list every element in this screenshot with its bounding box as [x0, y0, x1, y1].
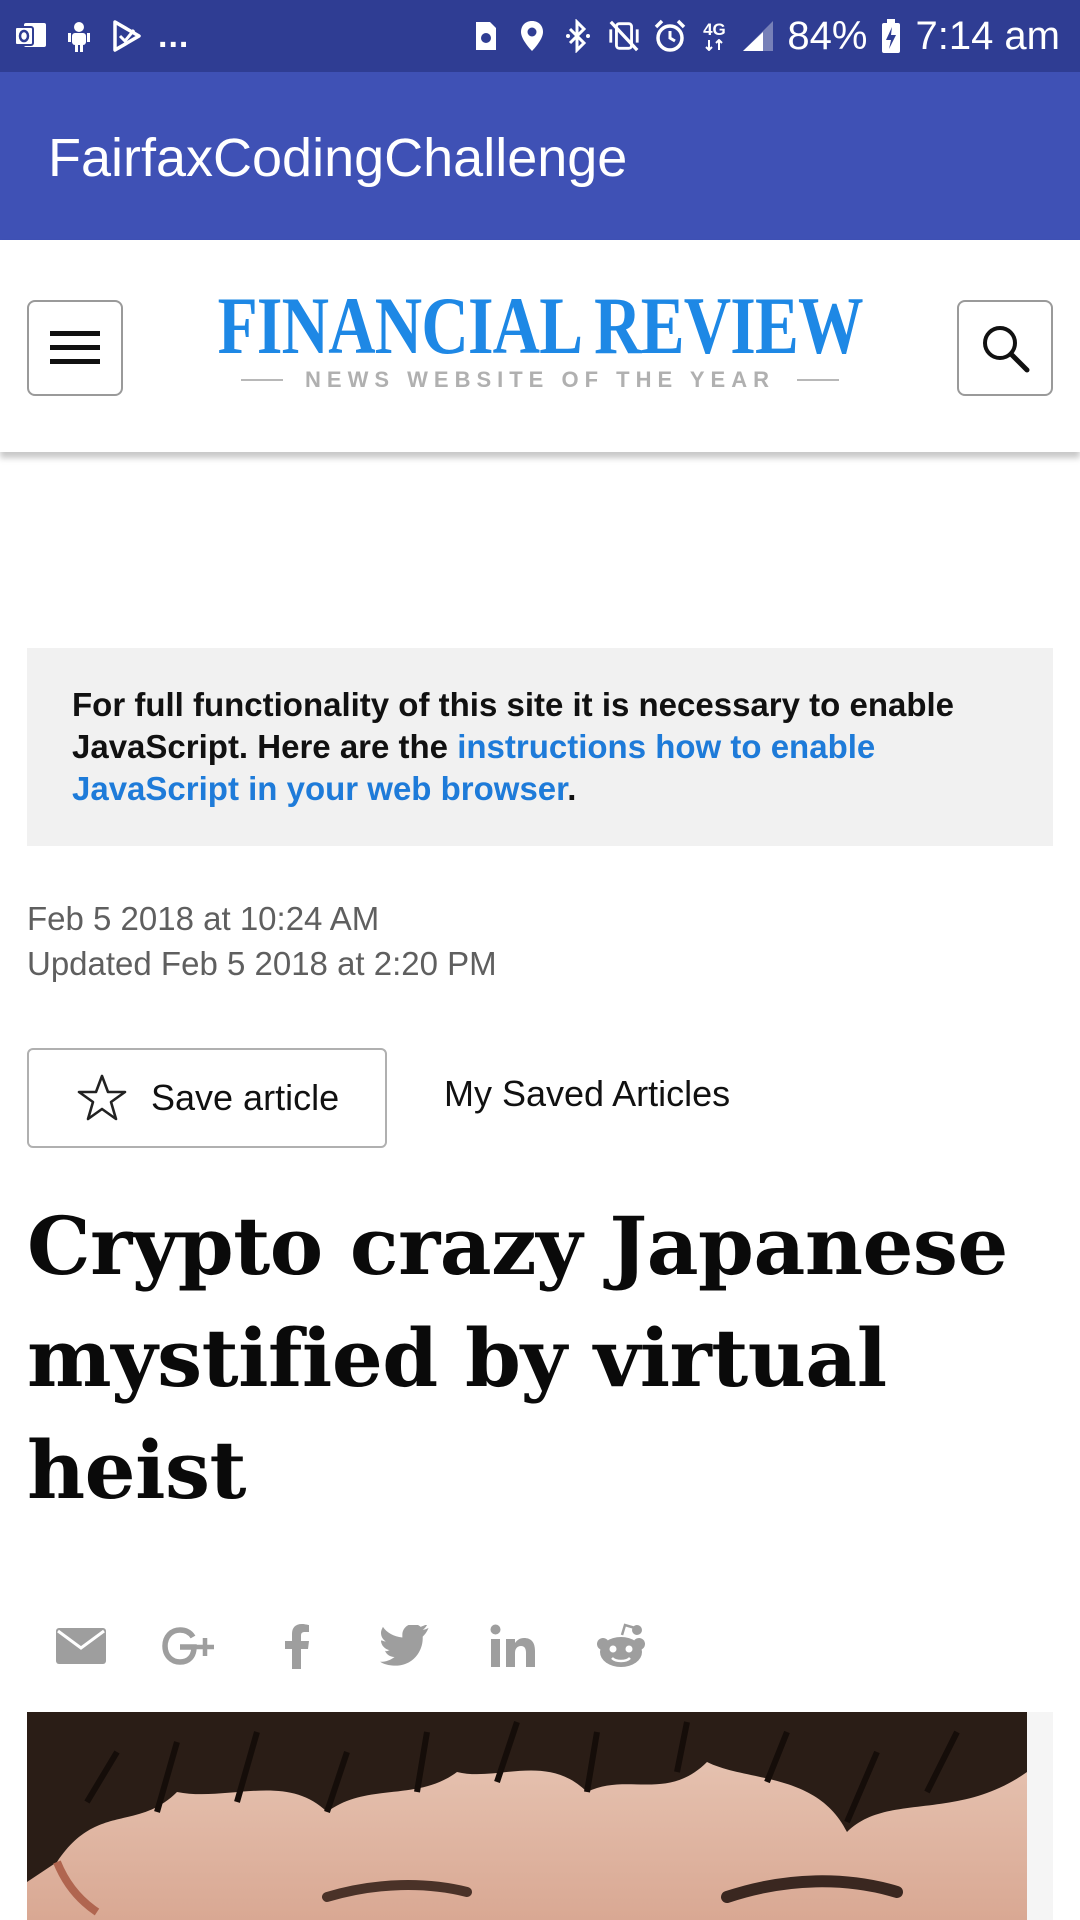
site-header: FINANCIAL REVIEW NEWS WEBSITE OF THE YEA… [0, 240, 1080, 452]
star-icon [77, 1073, 127, 1123]
notification-overflow: ... [158, 16, 190, 55]
logo-subtitle: NEWS WEBSITE OF THE YEAR [240, 367, 840, 392]
usb-debug-icon [62, 19, 96, 53]
hero-photo-illustration [27, 1712, 1053, 1920]
linkedin-icon[interactable] [486, 1619, 540, 1673]
save-article-button[interactable]: Save article [27, 1048, 387, 1148]
alarm-icon [653, 19, 687, 53]
4g-icon: 4G [699, 19, 729, 53]
vibrate-mute-icon [607, 19, 641, 53]
location-icon [515, 19, 549, 53]
play-store-icon [110, 19, 144, 53]
outlook-icon [14, 19, 48, 53]
facebook-icon[interactable] [270, 1619, 324, 1673]
reddit-icon[interactable] [594, 1619, 648, 1673]
logo-title: FINANCIAL REVIEW [217, 280, 863, 371]
share-bar [54, 1614, 702, 1678]
article-headline: Crypto crazy Japanese mystified by virtu… [27, 1199, 1008, 1517]
notice-text: For full functionality of this site it i… [72, 686, 955, 807]
save-article-label: Save article [151, 1077, 340, 1118]
status-time: 7:14 am [915, 14, 1060, 58]
my-saved-articles-link[interactable]: My Saved Articles [444, 1072, 730, 1116]
status-bar: ... 4G 84% 7:14 am [0, 0, 1080, 72]
google-plus-icon[interactable] [162, 1619, 216, 1673]
twitter-icon[interactable] [378, 1619, 432, 1673]
search-button[interactable] [957, 300, 1053, 396]
logo-rule-right [796, 379, 839, 381]
app-bar: FairfaxCodingChallenge [0, 72, 1080, 240]
article-dates: Feb 5 2018 at 10:24 AM Updated Feb 5 201… [27, 896, 497, 986]
bluetooth-icon [561, 19, 595, 53]
battery-charging-icon [879, 19, 903, 53]
status-right-icons: 4G 84% 7:14 am [469, 14, 1060, 58]
published-date: Feb 5 2018 at 10:24 AM [27, 900, 380, 937]
signal-icon [741, 19, 775, 53]
logo-rule-left [241, 379, 284, 381]
battery-percent: 84% [787, 14, 868, 58]
javascript-notice: For full functionality of this site it i… [27, 648, 1053, 846]
sim-card-icon [469, 19, 503, 53]
site-logo[interactable]: FINANCIAL REVIEW [0, 284, 1080, 368]
status-left-icons: ... [14, 16, 189, 56]
email-icon[interactable] [54, 1619, 108, 1673]
logo-subtitle-text: NEWS WEBSITE OF THE YEAR [305, 367, 775, 392]
updated-date: Updated Feb 5 2018 at 2:20 PM [27, 945, 497, 982]
article-hero-image [27, 1712, 1053, 1920]
app-title: FairfaxCodingChallenge [48, 128, 628, 188]
search-icon [979, 322, 1031, 374]
